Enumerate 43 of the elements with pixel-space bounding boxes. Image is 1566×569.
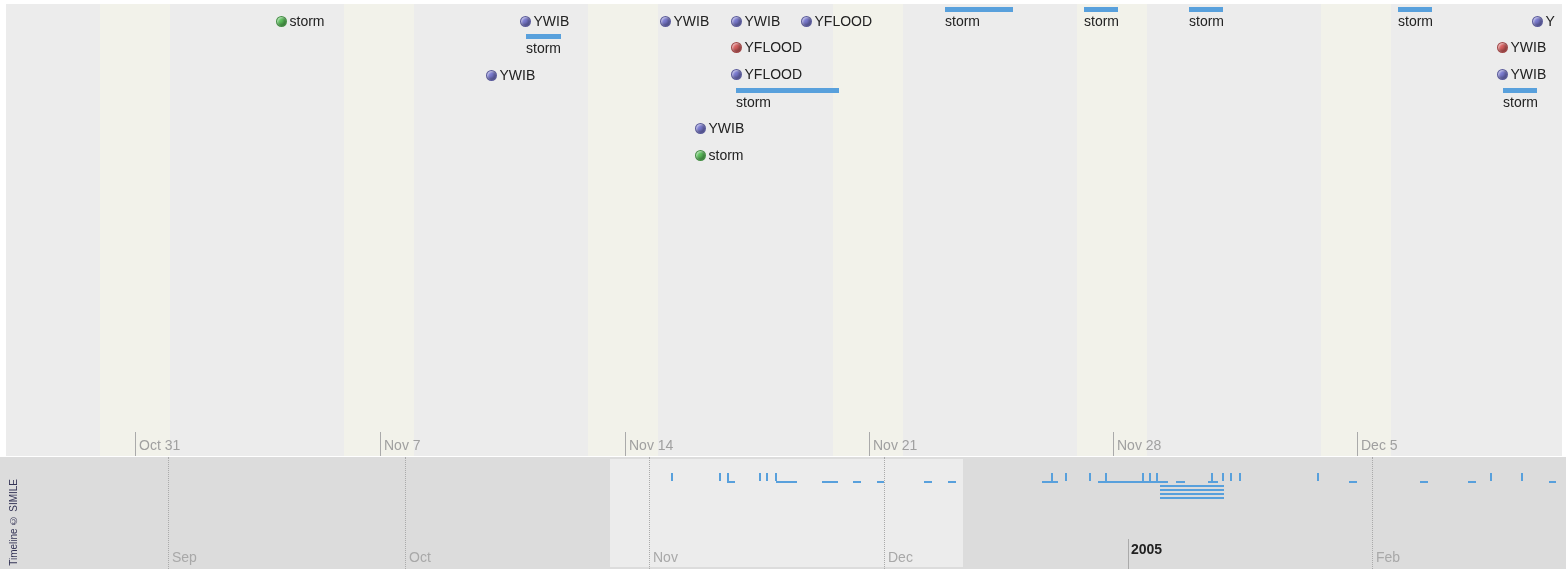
year-label: 2005	[1131, 541, 1163, 557]
event-dot-icon[interactable]	[800, 15, 812, 27]
event-dot-icon[interactable]	[659, 15, 671, 27]
event-label[interactable]: YFLOOD	[744, 66, 803, 82]
event-dot-icon[interactable]	[275, 15, 287, 27]
month-label: Dec	[888, 549, 913, 565]
date-label: Dec 5	[1361, 437, 1398, 453]
event-label[interactable]: YWIB	[499, 67, 536, 83]
event-label[interactable]: YWIB	[708, 120, 745, 136]
event-label[interactable]: YWIB	[1510, 66, 1547, 82]
event-label[interactable]: storm	[289, 13, 325, 29]
event-label[interactable]: Y	[1545, 13, 1555, 29]
date-label: Oct 31	[139, 437, 181, 453]
event-label[interactable]: storm	[1189, 13, 1224, 29]
event-dot-icon[interactable]	[694, 122, 706, 134]
event-dot-icon[interactable]	[694, 149, 706, 161]
event-label[interactable]: storm	[1084, 13, 1119, 29]
event-label[interactable]: storm	[945, 13, 980, 29]
date-label: Nov 7	[384, 437, 421, 453]
event-label[interactable]: YFLOOD	[814, 13, 873, 29]
event-label[interactable]: YWIB	[533, 13, 570, 29]
month-label: Nov	[653, 549, 678, 565]
date-label: Nov 14	[629, 437, 674, 453]
event-label[interactable]: storm	[736, 94, 771, 110]
event-dot-icon[interactable]	[485, 69, 497, 81]
event-dot-icon[interactable]	[519, 15, 531, 27]
event-label[interactable]: YWIB	[1510, 39, 1547, 55]
event-dot-icon[interactable]	[730, 41, 742, 53]
credit-label: Timeline © SIMILE	[8, 479, 19, 566]
event-label[interactable]: storm	[1503, 94, 1538, 110]
date-label: Nov 28	[1117, 437, 1162, 453]
event-dot-icon[interactable]	[730, 68, 742, 80]
event-label[interactable]: storm	[1398, 13, 1433, 29]
event-dot-icon[interactable]	[730, 15, 742, 27]
event-label[interactable]: storm	[526, 40, 561, 56]
event-dot-icon[interactable]	[1496, 68, 1508, 80]
event-label[interactable]: YWIB	[744, 13, 781, 29]
event-dot-icon[interactable]	[1496, 41, 1508, 53]
event-dot-icon[interactable]	[1531, 15, 1543, 27]
event-label[interactable]: YFLOOD	[744, 39, 803, 55]
event-label[interactable]: YWIB	[673, 13, 710, 29]
event-label[interactable]: storm	[708, 147, 744, 163]
date-label: Nov 21	[873, 437, 918, 453]
